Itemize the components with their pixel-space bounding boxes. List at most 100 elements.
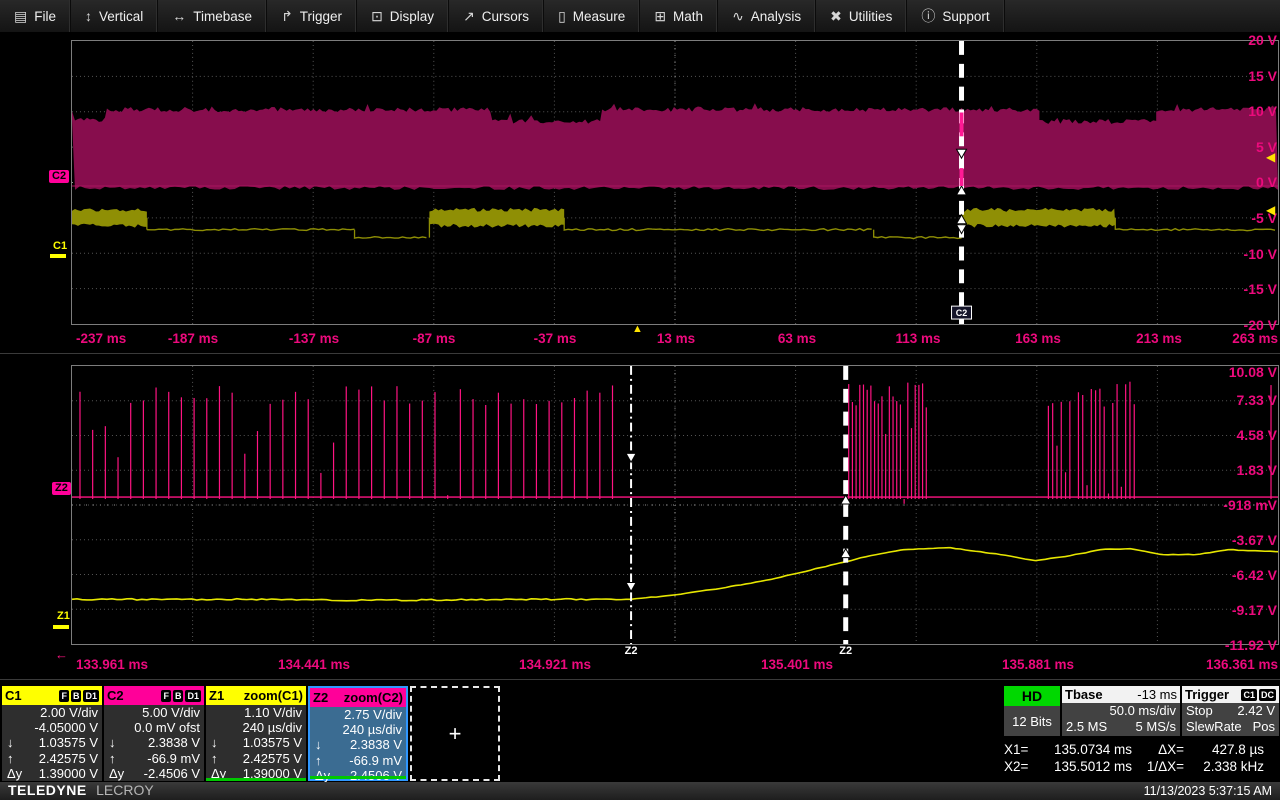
x2-label: X2=: [1004, 759, 1029, 774]
zoom-descriptor-z2-selected[interactable]: Z2 zoom(C2) 2.75 V/div 240 µs/div ↓ 2.383…: [308, 686, 408, 783]
menu-measure-label: Measure: [572, 8, 626, 24]
tdiv-value: 240 µs/div: [242, 720, 302, 736]
axis-label: -137 ms: [288, 331, 340, 346]
menu-math[interactable]: ⊞ Math: [640, 0, 719, 32]
delta-y-value: -2.4506 V: [143, 765, 200, 781]
dx-value: 427.8 µs: [1211, 742, 1264, 757]
axis-label: 213 ms: [1136, 331, 1182, 346]
row-glyph: [108, 720, 109, 735]
menu-display-label: Display: [389, 8, 435, 24]
c1-zero-marker[interactable]: C1: [53, 241, 67, 252]
c1-level-bar: [50, 254, 66, 258]
menu-analysis[interactable]: ∿ Analysis: [718, 0, 817, 32]
cursor-arrow-icon: ↗: [463, 7, 475, 24]
vdiv-value: 1.10 V/div: [244, 705, 302, 720]
axis-label: 10 V: [1248, 103, 1277, 119]
main-waveform-grid[interactable]: C2: [71, 40, 1279, 325]
menu-measure[interactable]: ▯ Measure: [544, 0, 641, 32]
trace-id: Z2: [313, 690, 329, 705]
menu-display[interactable]: ⊡ Display: [357, 0, 450, 32]
fast-badge: F: [59, 689, 69, 702]
vdiv-value: 2.00 V/div: [40, 705, 98, 720]
axis-label: -37 ms: [533, 331, 577, 346]
menu-math-label: Math: [673, 8, 704, 24]
vdiv-value: 5.00 V/div: [142, 705, 200, 720]
display-icon: ⊡: [371, 7, 383, 24]
axis-label: -15 V: [1243, 281, 1277, 297]
status-bar: TELEDYNE LECROY 11/13/2023 5:37:15 AM: [0, 782, 1280, 800]
menu-timebase[interactable]: ↔ Timebase: [158, 0, 268, 32]
channel-descriptor-c2[interactable]: C2 F B D1 5.00 V/div 0.0 mV ofst ↓ 2.3838 V…: [104, 686, 204, 781]
menu-cursors[interactable]: ↗ Cursors: [449, 0, 545, 32]
trigger-label: Trigger: [1185, 687, 1230, 702]
menu-timebase-label: Timebase: [193, 8, 253, 24]
row-glyph: [314, 707, 315, 722]
menu-bar: ▤ File ↕ Vertical ↔ Timebase ↱ Trigger ⊡ Disp…: [0, 0, 1280, 33]
file-icon: ▤: [14, 7, 28, 24]
bandwidth-badge: B: [70, 689, 82, 702]
offscreen-left-arrow: ←: [55, 647, 68, 662]
cursor2-arrow-icon: ↑: [315, 752, 322, 768]
z2-zero-marker[interactable]: Z2: [52, 482, 71, 495]
cursor1-arrow-icon: ↓: [315, 737, 322, 753]
axis-label: 134.441 ms: [277, 657, 351, 672]
c2-zero-marker[interactable]: C2: [49, 170, 70, 183]
trigger-position-marker[interactable]: ▲: [632, 324, 643, 335]
axis-label: 135.401 ms: [760, 657, 834, 672]
add-trace-box[interactable]: +: [410, 686, 500, 781]
axis-label: 134.921 ms: [518, 657, 592, 672]
main-waveform-canvas: C2: [72, 41, 1278, 324]
trigger-panel[interactable]: Trigger C1 DC Stop 2.42 V SlewRate Pos: [1182, 686, 1279, 736]
axis-label: 7.33 V: [1236, 392, 1277, 408]
dx-label: ΔX=: [1158, 742, 1184, 757]
row-glyph: [108, 705, 109, 720]
trigger-edge-icon: ↱: [281, 7, 293, 24]
menu-trigger-label: Trigger: [299, 8, 343, 24]
axis-label: 0 V: [1255, 174, 1277, 190]
z1-zero-marker[interactable]: Z1: [57, 611, 70, 622]
acquisition-mode-panel[interactable]: HD 12 Bits: [1004, 686, 1060, 736]
digital-badge: D1: [185, 689, 201, 702]
cursor2-value: 2.42575 V: [38, 750, 98, 766]
offset-value: -4.05000 V: [34, 720, 98, 736]
menu-vertical[interactable]: ↕ Vertical: [71, 0, 159, 32]
channel-descriptor-c1[interactable]: C1 F B D1 2.00 V/div -4.05000 V ↓ 1.03575 V…: [2, 686, 102, 781]
descriptor-header: C1 F B D1: [2, 686, 102, 705]
axis-label: -187 ms: [167, 331, 219, 346]
menu-trigger[interactable]: ↱ Trigger: [267, 0, 358, 32]
digital-badge: D1: [83, 689, 99, 702]
time-per-div: 50.0 ms/div: [1109, 703, 1176, 718]
axis-label: -918 mV: [1223, 497, 1277, 513]
menu-utilities[interactable]: ✖ Utilities: [816, 0, 908, 32]
row-glyph: [210, 720, 211, 735]
row-glyph: [6, 705, 7, 720]
cursor2-value: -66.9 mV: [349, 752, 402, 768]
menu-cursors-label: Cursors: [481, 8, 530, 24]
cursor1-value: 1.03575 V: [242, 735, 302, 751]
timebase-panel[interactable]: Tbase -13 ms 50.0 ms/div 2.5 MS 5 MS/s: [1062, 686, 1180, 736]
svg-text:Z2: Z2: [625, 645, 638, 657]
axis-label: -11.92 V: [1224, 637, 1277, 653]
menu-support[interactable]: ⓘ Support: [907, 0, 1005, 32]
invdx-value: 2.338 kHz: [1203, 759, 1264, 774]
bandwidth-badge: B: [172, 689, 184, 702]
invdx-label: 1/ΔX=: [1146, 759, 1184, 774]
axis-label: 63 ms: [777, 331, 817, 346]
cursor2-arrow-icon: ↑: [109, 750, 116, 766]
trigger-source-badge: C1: [1241, 688, 1257, 701]
axis-label: 4.58 V: [1236, 427, 1277, 443]
cursor2-arrow-icon: ↑: [7, 750, 14, 766]
divider: [0, 353, 1280, 354]
fast-badge: F: [161, 689, 171, 702]
zoom-descriptor-z1[interactable]: Z1 zoom(C1) 1.10 V/div 240 µs/div ↓ 1.035…: [206, 686, 306, 781]
trigger-level: 2.42 V: [1237, 703, 1275, 718]
trigger-header: Trigger C1 DC: [1182, 686, 1279, 703]
trigger-slope: Pos: [1252, 719, 1275, 734]
trigger-coupling-badge: DC: [1259, 688, 1276, 701]
horizontal-arrows-icon: ↔: [172, 8, 187, 24]
trace-enabled-indicator: [206, 778, 306, 781]
menu-file[interactable]: ▤ File: [0, 0, 71, 32]
hd-badge: HD: [1004, 686, 1060, 706]
axis-label: -10 V: [1243, 246, 1277, 262]
zoom-waveform-grid[interactable]: Z2 Z2: [71, 365, 1279, 658]
